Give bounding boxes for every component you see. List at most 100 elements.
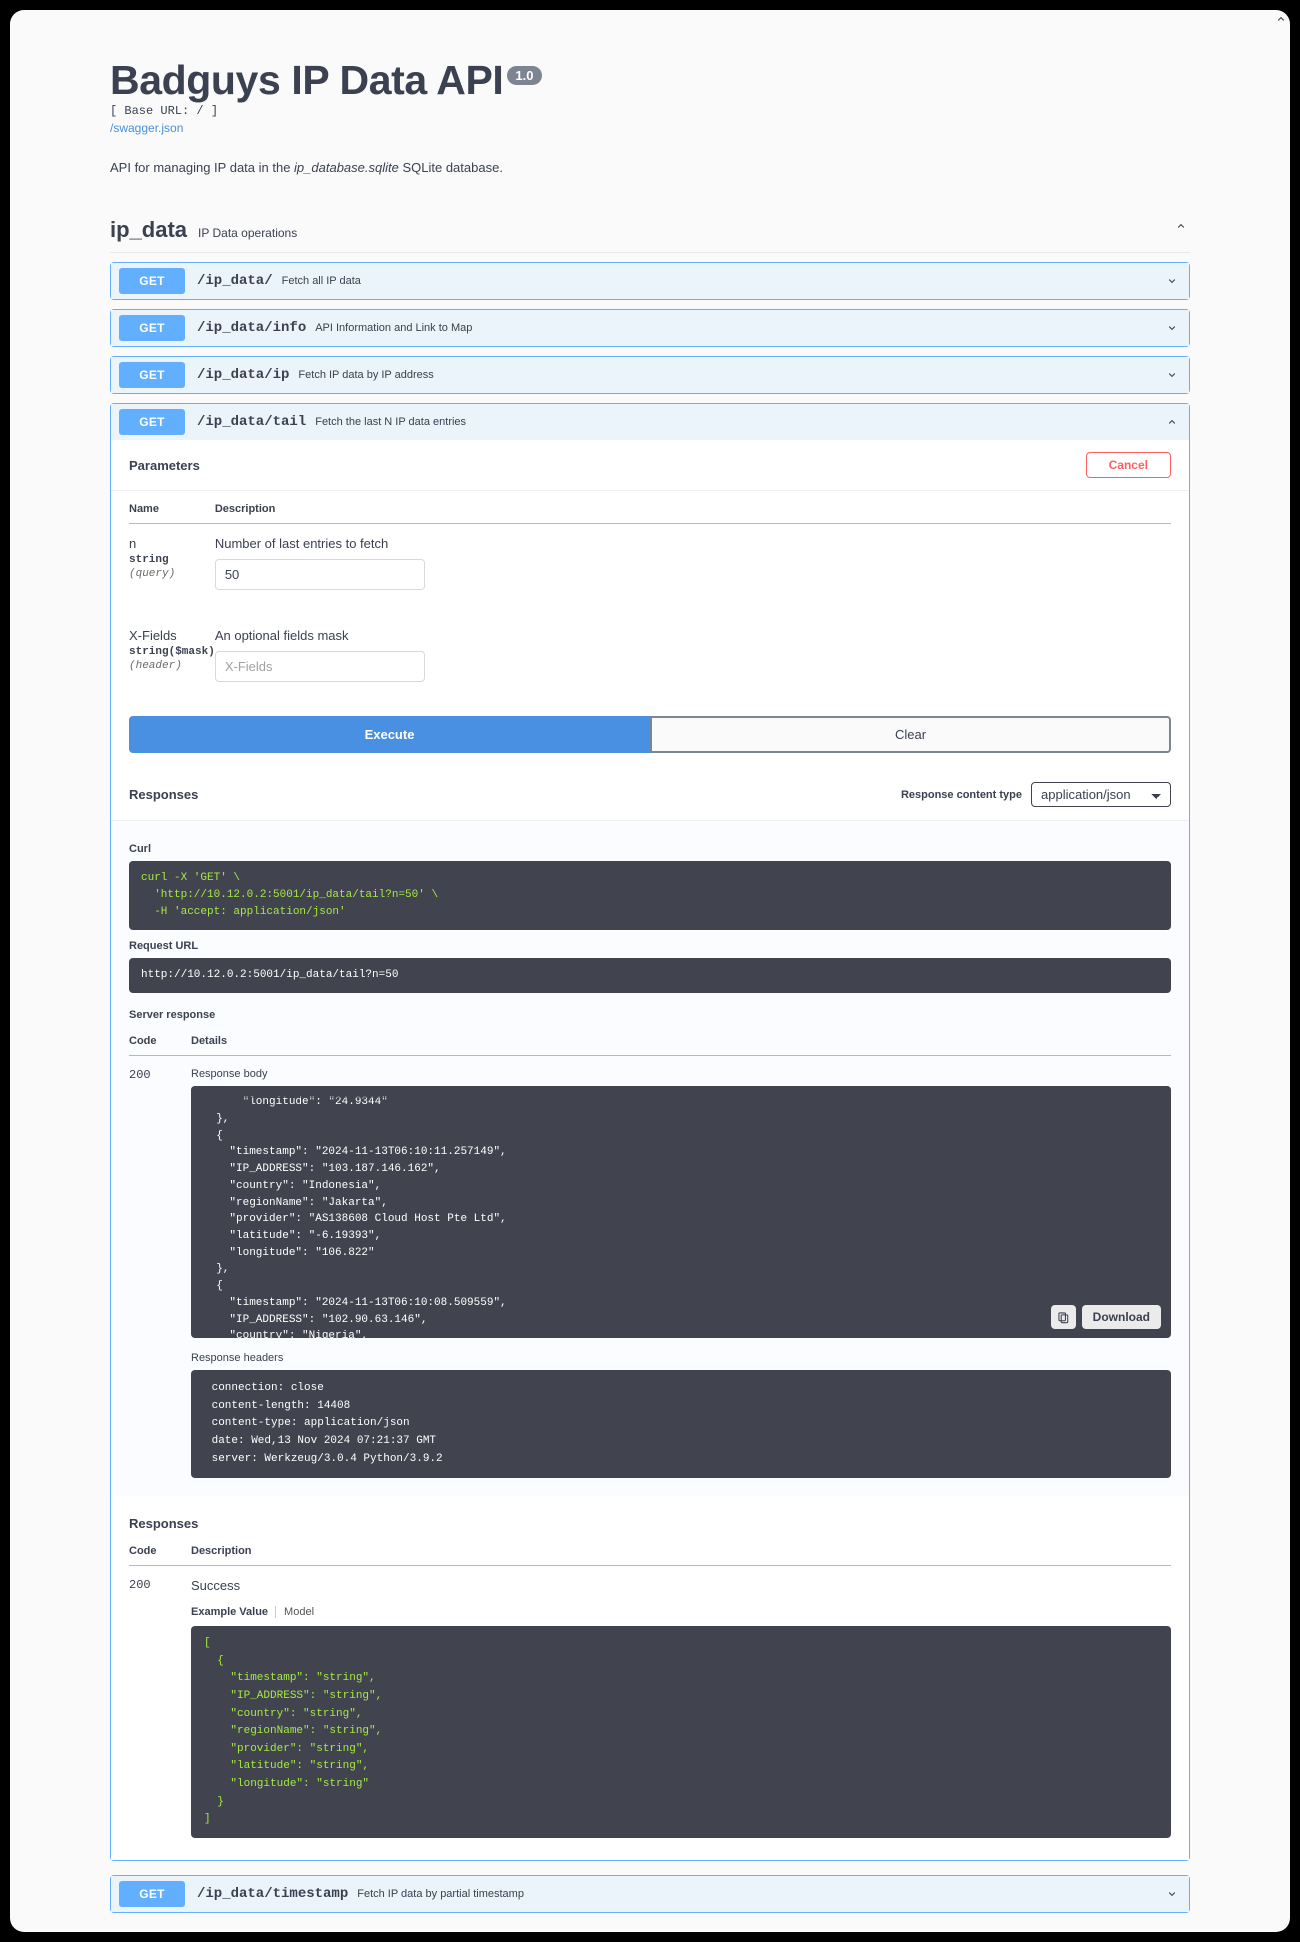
server-response-label: Server response <box>129 1009 216 1022</box>
col-description: Description <box>214 491 1171 524</box>
parameter-meta: n string (query) <box>129 524 215 617</box>
server-response-table-header: Code Details <box>129 1029 1171 1057</box>
tab-model[interactable]: Model <box>275 1606 321 1619</box>
operation-summary[interactable]: GET /ip_data/tail Fetch the last N IP da… <box>111 404 1189 440</box>
documented-response-row: 200 Success Example Value Model [ { "tim… <box>129 1566 1171 1838</box>
chevron-down-icon[interactable] <box>1165 1887 1179 1901</box>
col-code: Code <box>129 1539 191 1567</box>
content-type-group: Response content type application/json <box>901 782 1171 807</box>
clear-button[interactable]: Clear <box>650 716 1171 753</box>
operation-ip-data-tail[interactable]: GET /ip_data/tail Fetch the last N IP da… <box>110 403 1190 1861</box>
parameter-type: string <box>129 554 169 566</box>
parameter-name: n <box>129 536 137 551</box>
parameter-location: (header) <box>129 660 182 672</box>
server-response-row: 200 Response body "longitude": "24.9344"… <box>129 1056 1171 1479</box>
parameter-input-n[interactable] <box>214 559 425 590</box>
base-url: [ Base URL: / ] <box>110 104 219 118</box>
chevron-down-icon[interactable] <box>1165 274 1179 288</box>
response-headers-box: connection: close content-length: 14408 … <box>191 1370 1171 1479</box>
swagger-json-link[interactable]: /swagger.json <box>110 121 183 135</box>
cancel-button[interactable]: Cancel <box>1085 452 1171 478</box>
operation-path: /ip_data/ip <box>197 367 290 383</box>
operation-summary-text: Fetch the last N IP data entries <box>315 416 467 428</box>
doc-code-cell: 200 <box>129 1566 191 1838</box>
chevron-up-icon[interactable] <box>1174 219 1188 233</box>
api-description: API for managing IP data in the ip_datab… <box>110 160 1190 175</box>
execute-button[interactable]: Execute <box>129 716 650 753</box>
scroll-fade <box>191 1086 1171 1099</box>
parameters-table-header: Name Description <box>129 491 1171 524</box>
col-code: Code <box>129 1029 191 1057</box>
doc-description-cell: Success Example Value Model [ { "timesta… <box>191 1566 1171 1838</box>
chevron-down-icon[interactable] <box>1165 368 1179 382</box>
operation-path: /ip_data/tail <box>197 414 307 430</box>
live-response-area: Curl curl -X 'GET' \ 'http://10.12.0.2:5… <box>111 821 1189 1496</box>
example-schema-box: [ { "timestamp": "string", "IP_ADDRESS":… <box>191 1626 1171 1838</box>
action-button-row: Execute Clear <box>111 708 1189 769</box>
curl-label: Curl <box>129 843 151 855</box>
parameter-row-n: n string (query) Number of last entries … <box>129 524 1171 617</box>
response-headers-label: Response headers <box>191 1352 284 1365</box>
http-method-badge: GET <box>119 315 185 341</box>
operation-path: /ip_data/ <box>197 273 273 289</box>
operation-summary-text: API Information and Link to Map <box>315 322 473 334</box>
response-code: 200 <box>129 1068 151 1083</box>
tag-name: ip_data <box>110 217 188 242</box>
parameter-location: (query) <box>129 568 176 580</box>
operation-ip-data-ip[interactable]: GET /ip_data/ip Fetch IP data by IP addr… <box>110 356 1190 394</box>
doc-response-code: 200 <box>129 1578 151 1593</box>
operation-ip-data-root[interactable]: GET /ip_data/ Fetch all IP data <box>110 262 1190 300</box>
curl-block: curl -X 'GET' \ 'http://10.12.0.2:5001/i… <box>129 861 1171 931</box>
response-body-box[interactable]: "longitude": "24.9344" }, { "timestamp":… <box>191 1086 1171 1339</box>
download-group: Download <box>1050 1305 1161 1330</box>
operation-summary[interactable]: GET /ip_data/ Fetch all IP data <box>111 263 1189 299</box>
tag-section-ip-data: ip_data IP Data operations GET /ip_data/… <box>110 217 1190 1913</box>
curl-command: curl -X 'GET' \ 'http://10.12.0.2:5001/i… <box>141 872 439 919</box>
response-body-label: Response body <box>191 1068 268 1081</box>
api-description-pre: API for managing IP data in the <box>110 160 295 175</box>
col-name: Name <box>129 491 215 524</box>
operation-summary[interactable]: GET /ip_data/info API Information and Li… <box>111 310 1189 346</box>
api-header: Badguys IP Data API 1.0 [ Base URL: / ] … <box>10 40 1290 175</box>
tab-example-value[interactable]: Example Value <box>191 1606 275 1618</box>
operation-ip-data-info[interactable]: GET /ip_data/info API Information and Li… <box>110 309 1190 347</box>
documented-responses: Responses Code Description 200 Success E… <box>111 1496 1189 1860</box>
http-method-badge: GET <box>119 268 185 294</box>
operation-summary[interactable]: GET /ip_data/ip Fetch IP data by IP addr… <box>111 357 1189 393</box>
parameter-row-x-fields: X-Fields string($mask) (header) An optio… <box>129 616 1171 708</box>
col-details: Details <box>191 1029 1171 1057</box>
parameter-name: X-Fields <box>129 628 177 643</box>
parameter-description: An optional fields mask <box>214 628 349 643</box>
parameter-meta: X-Fields string($mask) (header) <box>129 616 215 708</box>
operation-ip-data-timestamp[interactable]: GET /ip_data/timestamp Fetch IP data by … <box>110 1874 1190 1913</box>
copy-icon[interactable] <box>1050 1305 1076 1330</box>
parameter-control: Number of last entries to fetch <box>214 524 1171 617</box>
response-code-cell: 200 <box>129 1056 191 1478</box>
parameter-input-x-fields[interactable] <box>214 651 425 682</box>
chevron-up-icon[interactable] <box>1165 415 1179 429</box>
responses-title: Responses <box>129 787 199 802</box>
doc-response-description: Success <box>191 1578 241 1594</box>
tag-header[interactable]: ip_data IP Data operations <box>110 217 1190 253</box>
parameters-header: Parameters Cancel <box>111 440 1189 491</box>
content-type-select[interactable]: application/json <box>1031 782 1171 807</box>
documented-responses-header: Code Description <box>129 1539 1171 1567</box>
operation-path: /ip_data/info <box>197 320 307 336</box>
chevron-down-icon[interactable] <box>1165 321 1179 335</box>
copy-icon[interactable] <box>1148 909 1162 923</box>
operation-summary[interactable]: GET /ip_data/timestamp Fetch IP data by … <box>111 1875 1189 1912</box>
version-badge: 1.0 <box>507 66 542 85</box>
api-description-database: ip_database.sqlite <box>294 160 399 175</box>
documented-responses-table: Code Description 200 Success Example Val… <box>129 1539 1171 1838</box>
parameters-area: Name Description n string (query) Number… <box>111 491 1189 708</box>
tag-description: IP Data operations <box>198 226 298 240</box>
request-url-label: Request URL <box>129 940 199 953</box>
swagger-ui-page: Badguys IP Data API 1.0 [ Base URL: / ] … <box>10 10 1290 1932</box>
page-title: Badguys IP Data API <box>110 57 504 103</box>
operation-summary-text: Fetch IP data by partial timestamp <box>357 1887 524 1900</box>
download-button[interactable]: Download <box>1081 1305 1161 1330</box>
chevron-up-icon[interactable] <box>1274 12 1288 26</box>
operation-summary-text: Fetch all IP data <box>281 275 361 287</box>
parameters-table: Name Description n string (query) Number… <box>129 491 1171 708</box>
parameter-description: Number of last entries to fetch <box>214 536 389 551</box>
